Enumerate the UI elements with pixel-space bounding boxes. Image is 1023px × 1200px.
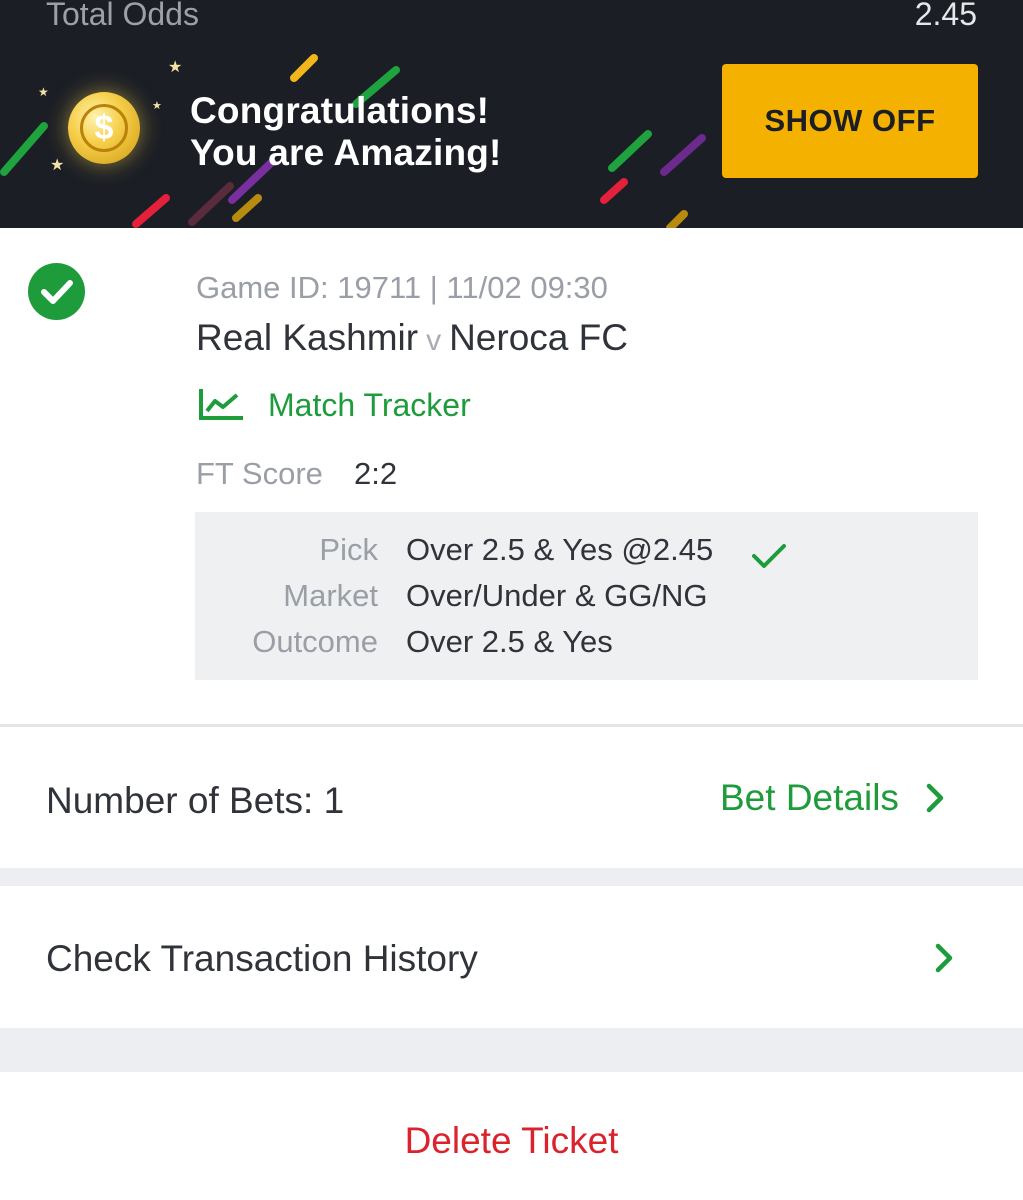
home-team: Real Kashmir bbox=[196, 317, 419, 358]
number-of-bets: Number of Bets: 1 bbox=[46, 780, 345, 821]
outcome-row: Outcome Over 2.5 & Yes bbox=[195, 624, 978, 664]
versus-separator: v bbox=[426, 324, 442, 357]
market-row: Market Over/Under & GG/NG bbox=[195, 578, 978, 618]
game-id: Game ID: 19711 | 11/02 09:30 bbox=[196, 270, 608, 305]
pick-row: Pick Over 2.5 & Yes @2.45 bbox=[195, 532, 978, 572]
match-tracker-label: Match Tracker bbox=[268, 386, 471, 423]
congrats-line-1: Congratulations! bbox=[190, 90, 490, 131]
sparkle-icon: ★ bbox=[38, 85, 49, 99]
delete-ticket-button[interactable]: Delete Ticket bbox=[0, 1120, 1023, 1162]
outcome-label: Outcome bbox=[252, 624, 378, 659]
pick-won-check-icon bbox=[752, 544, 786, 568]
sparkle-icon: ★ bbox=[50, 157, 65, 174]
match-teams: Real Kashmir v Neroca FC bbox=[196, 317, 628, 359]
coin-icon: $ bbox=[68, 92, 140, 164]
market-value: Over/Under & GG/NG bbox=[406, 578, 708, 613]
congratulations-message: Congratulations! You are Amazing! bbox=[190, 90, 502, 174]
section-gap bbox=[0, 1028, 1023, 1072]
selection-details: Pick Over 2.5 & Yes @2.45 Market Over/Un… bbox=[195, 512, 978, 680]
pick-label: Pick bbox=[319, 532, 378, 567]
won-check-icon bbox=[28, 263, 85, 320]
sparkle-icon: ★ bbox=[152, 100, 162, 112]
congrats-line-2: You are Amazing! bbox=[190, 132, 502, 173]
bet-details-button[interactable]: Bet Details bbox=[720, 776, 945, 820]
match-tracker-link[interactable]: Match Tracker bbox=[198, 385, 471, 425]
bet-details-label: Bet Details bbox=[720, 777, 899, 818]
market-label: Market bbox=[283, 578, 378, 613]
outcome-value: Over 2.5 & Yes bbox=[406, 624, 613, 659]
ft-score-value: 2:2 bbox=[354, 456, 398, 491]
pick-value: Over 2.5 & Yes @2.45 bbox=[406, 532, 714, 567]
chevron-right-icon bbox=[926, 783, 944, 813]
sparkle-icon: ★ bbox=[168, 59, 183, 76]
chart-line-icon bbox=[199, 389, 243, 420]
show-off-button[interactable]: SHOW OFF bbox=[722, 64, 978, 178]
transaction-history-row[interactable]: Check Transaction History bbox=[0, 886, 1023, 1028]
transaction-history-label: Check Transaction History bbox=[46, 938, 478, 979]
ft-score-label: FT Score bbox=[196, 456, 323, 491]
section-divider bbox=[0, 724, 1023, 727]
win-banner: Total Odds 2.45 ★ ★ ★ ★ $ Congratulation… bbox=[0, 0, 1023, 228]
chevron-right-icon bbox=[935, 943, 953, 973]
section-gap bbox=[0, 868, 1023, 886]
away-team: Neroca FC bbox=[449, 317, 628, 358]
